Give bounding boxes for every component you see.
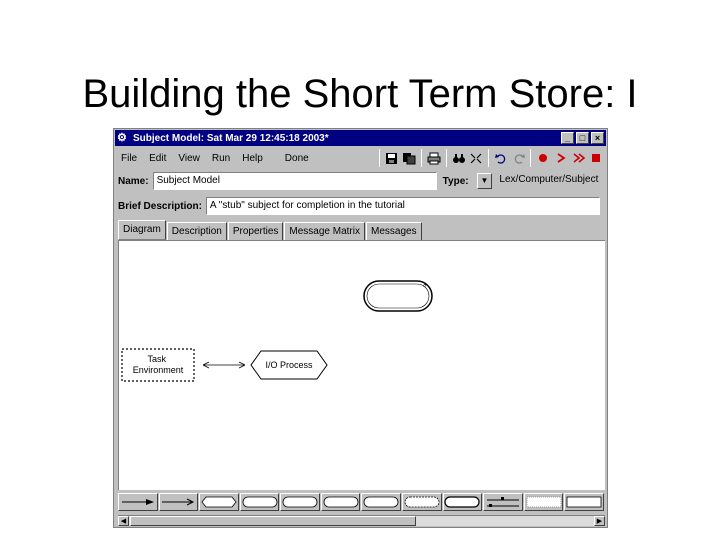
tab-diagram[interactable]: Diagram: [118, 220, 166, 240]
tab-bar: Diagram Description Properties Message M…: [118, 220, 423, 240]
print-icon[interactable]: [425, 149, 443, 167]
subject-model-window: ⚙ Subject Model: Sat Mar 29 12:45:18 200…: [113, 128, 608, 528]
name-field[interactable]: Subject Model: [152, 172, 437, 190]
dashed-store-tool-icon[interactable]: [402, 493, 442, 511]
toolbar: [376, 147, 605, 169]
record-icon[interactable]: [534, 149, 552, 167]
menu-file[interactable]: File: [115, 153, 143, 164]
tab-message-matrix[interactable]: Message Matrix: [284, 222, 365, 240]
menu-run[interactable]: Run: [206, 153, 236, 164]
toolbar-separator: [530, 149, 532, 167]
tab-description[interactable]: Description: [166, 222, 227, 240]
store-tool-icon[interactable]: [239, 493, 280, 511]
close-button[interactable]: ×: [591, 132, 604, 144]
box-tool-icon[interactable]: [564, 493, 604, 511]
menu-help[interactable]: Help: [236, 153, 269, 164]
menu-edit[interactable]: Edit: [143, 153, 172, 164]
bidirectional-connector[interactable]: [202, 361, 246, 369]
tab-messages[interactable]: Messages: [365, 222, 422, 240]
fast-forward-icon[interactable]: [570, 149, 588, 167]
open-arrow-tool-icon[interactable]: [158, 493, 199, 511]
find-icon[interactable]: [450, 149, 468, 167]
scroll-right-arrow-icon[interactable]: ▶: [594, 516, 605, 526]
save-icon[interactable]: [383, 149, 401, 167]
toolbar-separator: [421, 149, 423, 167]
tool-palette: [118, 491, 605, 513]
minimize-button[interactable]: _: [561, 132, 574, 144]
arrow-tool-icon[interactable]: [118, 493, 158, 511]
process-tool-icon[interactable]: [199, 493, 239, 511]
app-icon: ⚙: [117, 132, 127, 144]
redo-icon[interactable]: [510, 149, 528, 167]
toolbar-separator: [445, 149, 447, 167]
task-environment-node[interactable]: Task Environment: [121, 348, 195, 382]
rounded-store-tool-icon[interactable]: [442, 493, 483, 511]
menu-done[interactable]: Done: [279, 153, 315, 164]
menu-view[interactable]: View: [172, 153, 206, 164]
layout-icon[interactable]: [468, 149, 486, 167]
name-row: Name: Subject Model Type: ▼ Lex/Computer…: [118, 171, 603, 191]
hatched-box-tool-icon[interactable]: [523, 493, 564, 511]
brief-description-label: Brief Description:: [118, 200, 202, 212]
stop-icon[interactable]: [587, 149, 605, 167]
store-tool-icon[interactable]: [280, 493, 320, 511]
store-tool-icon[interactable]: [320, 493, 361, 511]
scrollbar-thumb[interactable]: [130, 516, 416, 526]
window-titlebar[interactable]: ⚙ Subject Model: Sat Mar 29 12:45:18 200…: [115, 130, 606, 146]
name-label: Name:: [118, 175, 149, 187]
brief-description-field[interactable]: A "stub" subject for completion in the t…: [205, 197, 600, 215]
store-node[interactable]: ^: [363, 280, 433, 312]
diagram-svg: ^ Task Environment I/O Process: [121, 280, 433, 382]
window-title: Subject Model: Sat Mar 29 12:45:18 2003*: [133, 132, 329, 144]
tab-properties[interactable]: Properties: [227, 222, 284, 240]
slide-title: Building the Short Term Store: I: [82, 72, 638, 116]
toolbar-separator: [488, 149, 490, 167]
copy-icon[interactable]: [401, 149, 419, 167]
step-icon[interactable]: [552, 149, 570, 167]
io-process-node[interactable]: I/O Process: [250, 350, 328, 380]
horizontal-scrollbar[interactable]: ◀ ▶: [118, 515, 605, 526]
toolbar-separator: [379, 149, 380, 167]
store-tool-icon[interactable]: [361, 493, 402, 511]
scroll-left-arrow-icon[interactable]: ◀: [118, 516, 129, 526]
io-process-label: I/O Process: [265, 360, 313, 370]
type-label: Type:: [442, 175, 469, 187]
brief-description-row: Brief Description: A "stub" subject for …: [118, 196, 603, 216]
menu-bar: File Edit View Run Help Done: [115, 147, 371, 169]
maximize-button[interactable]: □: [576, 132, 589, 144]
undo-icon[interactable]: [492, 149, 510, 167]
diagram-canvas[interactable]: ^ Task Environment I/O Process: [118, 240, 605, 490]
type-value: Lex/Computer/Subject: [496, 172, 603, 190]
connector-tool-icon[interactable]: [483, 493, 523, 511]
type-dropdown-button[interactable]: ▼: [476, 173, 493, 189]
